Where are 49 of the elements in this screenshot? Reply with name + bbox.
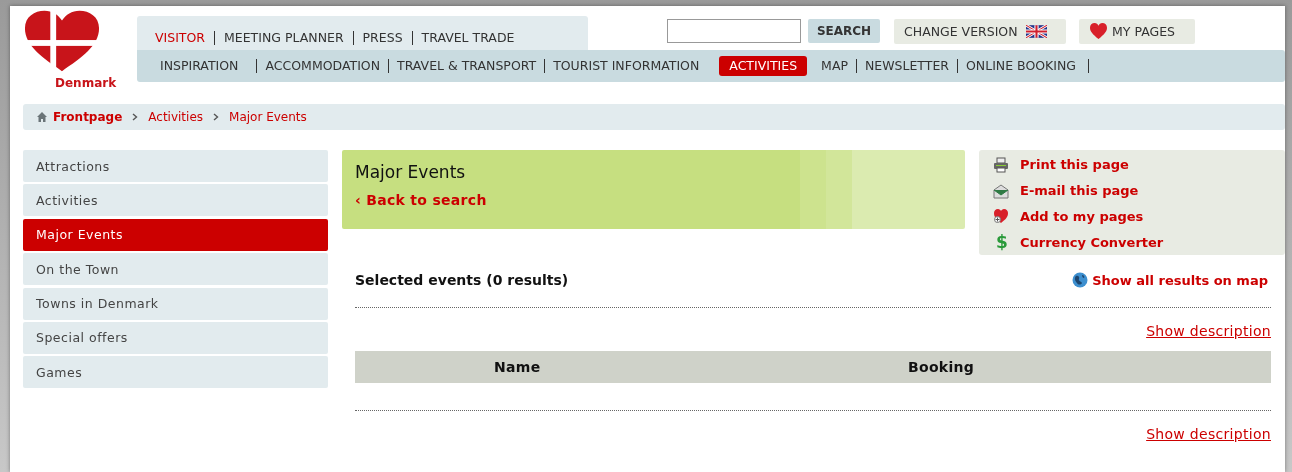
show-description-link[interactable]: Show description — [1146, 323, 1271, 339]
nav-item[interactable]: NEWSLETTER — [855, 59, 957, 73]
nav-item[interactable]: ACCOMMODATION — [256, 59, 388, 73]
envelope-icon — [993, 182, 1009, 199]
results-title: Selected events (0 results) — [355, 272, 570, 288]
back-link[interactable]: ‹ Back to search — [355, 192, 487, 208]
breadcrumb-link[interactable]: Activities — [148, 110, 204, 124]
column-header: Booking — [908, 359, 976, 375]
my-pages-button[interactable]: MY PAGES — [1079, 19, 1195, 44]
dollar-icon: $ — [996, 233, 1008, 252]
nav-item[interactable]: TOURIST INFORMATION — [544, 59, 712, 73]
column-header: Name — [494, 359, 541, 375]
sidebar-item[interactable]: Major Events — [23, 218, 328, 251]
search-field[interactable] — [667, 19, 801, 43]
sidebar-item[interactable]: Activities — [23, 184, 328, 217]
nav-item[interactable]: INSPIRATION — [154, 59, 257, 73]
breadcrumb-link[interactable]: Frontpage — [53, 110, 123, 124]
action-link[interactable]: Print this page — [1020, 157, 1129, 173]
audience-tab[interactable]: PRESS — [352, 31, 412, 45]
sidebar-item[interactable]: Games — [23, 356, 328, 389]
nav-item[interactable]: TRAVEL & TRANSPORT — [388, 59, 545, 73]
heart-icon — [1089, 23, 1108, 40]
action-link[interactable]: Add to my pages — [1020, 208, 1144, 224]
sidebar-item[interactable]: On the Town — [23, 253, 328, 286]
nav-item[interactable]: ACTIVITIES — [719, 56, 808, 76]
breadcrumb-link[interactable]: Major Events — [229, 110, 307, 124]
heart-plus-icon — [993, 208, 1009, 225]
change-version-button[interactable]: CHANGE VERSION — [894, 19, 1066, 44]
audience-tab[interactable]: VISITOR — [155, 31, 215, 45]
sidebar-item[interactable]: Attractions — [23, 150, 328, 182]
sidebar-item[interactable]: Special offers — [23, 321, 328, 354]
heart-logo[interactable] — [23, 10, 101, 74]
action-link[interactable]: Currency Converter — [1020, 234, 1164, 250]
page-title: Major Events — [355, 162, 467, 182]
chevron-icon — [132, 113, 139, 121]
chevron-icon — [213, 113, 220, 121]
flag-icon — [1025, 25, 1047, 38]
nav-item[interactable]: ONLINE BOOKING — [957, 59, 1085, 73]
nav-item[interactable]: MAP — [813, 59, 856, 73]
audience-tab[interactable]: TRAVEL TRADE — [411, 31, 524, 45]
logo-text: Denmark — [55, 76, 117, 91]
show-description-link[interactable]: Show description — [1146, 426, 1271, 442]
map-link[interactable]: Show all results on map — [1092, 272, 1268, 288]
home-icon — [37, 112, 47, 122]
search-button[interactable]: SEARCH — [808, 19, 880, 43]
printer-icon — [993, 156, 1009, 173]
action-link[interactable]: E-mail this page — [1020, 183, 1139, 199]
sidebar-item[interactable]: Towns in Denmark — [23, 287, 328, 320]
audience-tab[interactable]: MEETING PLANNER — [214, 31, 353, 45]
